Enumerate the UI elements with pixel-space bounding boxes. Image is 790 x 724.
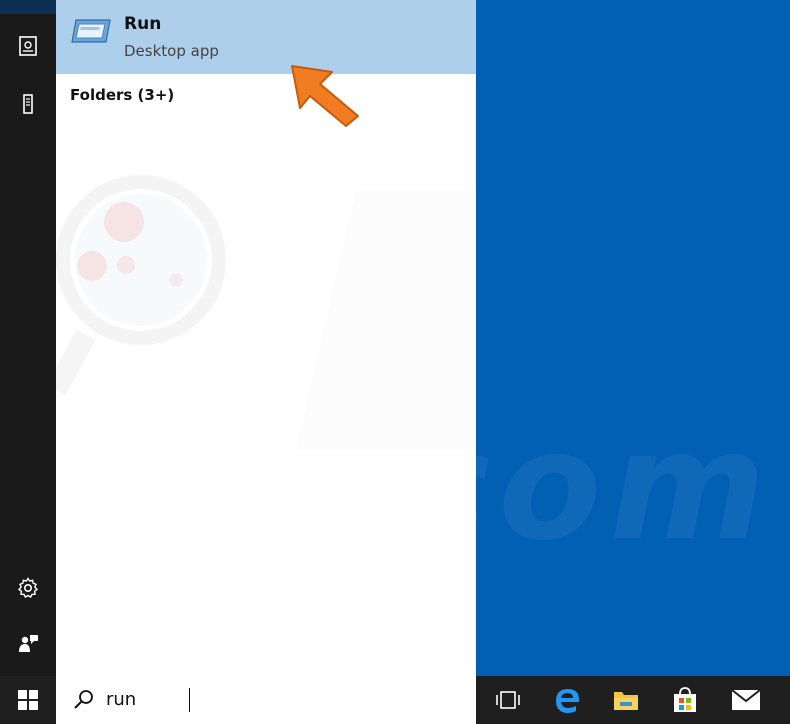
run-app-icon bbox=[71, 19, 111, 43]
taskbar-search-box[interactable] bbox=[56, 676, 476, 724]
search-input[interactable] bbox=[106, 689, 406, 710]
taskbar bbox=[0, 676, 790, 724]
start-left-rail bbox=[0, 0, 56, 676]
start-button[interactable] bbox=[0, 676, 56, 724]
result-title: Run bbox=[124, 14, 162, 34]
search-results-panel: Run Desktop app Folders (3+) bbox=[56, 0, 476, 676]
result-subtitle: Desktop app bbox=[124, 42, 219, 60]
store-icon[interactable] bbox=[667, 684, 703, 716]
document-icon[interactable] bbox=[14, 32, 42, 60]
best-match-result-run[interactable]: Run Desktop app bbox=[56, 0, 476, 74]
rail-top-strip bbox=[0, 0, 56, 14]
search-icon bbox=[74, 690, 93, 709]
edge-icon[interactable] bbox=[549, 684, 585, 716]
mail-icon[interactable] bbox=[728, 684, 764, 716]
watermark-magnifier bbox=[56, 175, 476, 450]
text-caret bbox=[189, 688, 190, 712]
windows-start-icon bbox=[18, 690, 38, 710]
orange-pointer-arrow-icon bbox=[291, 65, 359, 127]
gear-icon[interactable] bbox=[14, 574, 42, 602]
tower-icon[interactable] bbox=[14, 90, 42, 118]
folders-header[interactable]: Folders (3+) bbox=[70, 86, 174, 104]
feedback-icon[interactable] bbox=[14, 630, 42, 658]
task-view-icon[interactable] bbox=[490, 684, 526, 716]
file-explorer-icon[interactable] bbox=[608, 684, 644, 716]
